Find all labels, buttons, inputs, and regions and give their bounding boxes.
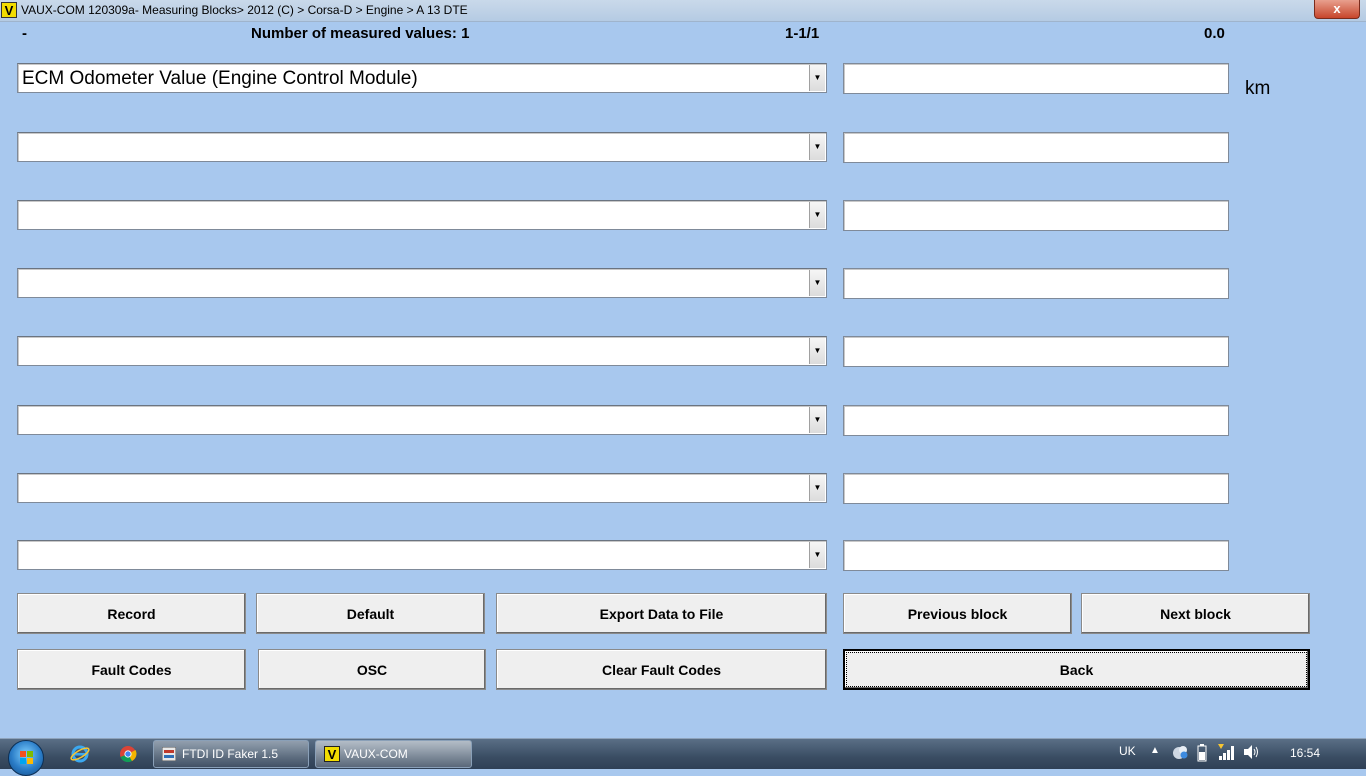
- record-button[interactable]: Record: [17, 593, 246, 634]
- fault-codes-button[interactable]: Fault Codes: [17, 649, 246, 690]
- block-page-indicator: 1-1/1: [785, 25, 820, 42]
- measurement-value-field-2: [843, 132, 1229, 163]
- measurement-select-2[interactable]: ▼: [17, 132, 827, 162]
- measurement-value-field-5: [843, 336, 1229, 367]
- title-bar: V VAUX-COM 120309a- Measuring Blocks> 20…: [0, 0, 1366, 22]
- measurement-select-5[interactable]: ▼: [17, 336, 827, 366]
- chrome-icon[interactable]: [118, 744, 138, 764]
- chevron-down-icon[interactable]: ▼: [809, 407, 825, 433]
- status-value: 0.0: [1204, 25, 1225, 42]
- back-button[interactable]: Back: [843, 649, 1310, 690]
- internet-explorer-icon[interactable]: [70, 744, 90, 764]
- battery-icon[interactable]: [1197, 744, 1207, 765]
- chevron-down-icon[interactable]: ▼: [809, 65, 825, 91]
- status-dash: -: [22, 25, 27, 42]
- network-sync-icon[interactable]: [1171, 744, 1189, 763]
- language-indicator[interactable]: UK: [1119, 744, 1136, 758]
- taskbar-item-label: VAUX-COM: [344, 747, 408, 761]
- osc-button[interactable]: OSC: [258, 649, 486, 690]
- measurement-select-3[interactable]: ▼: [17, 200, 827, 230]
- chevron-down-icon[interactable]: ▼: [809, 338, 825, 364]
- chevron-up-icon[interactable]: ▲: [1150, 745, 1160, 756]
- chevron-down-icon[interactable]: ▼: [809, 202, 825, 228]
- chevron-down-icon[interactable]: ▼: [809, 134, 825, 160]
- chevron-down-icon[interactable]: ▼: [809, 475, 825, 501]
- clock[interactable]: 16:54: [1290, 746, 1320, 760]
- measurement-value-field-3: [843, 200, 1229, 231]
- chevron-down-icon[interactable]: ▼: [809, 270, 825, 296]
- taskbar-item-vaux-com[interactable]: V VAUX-COM: [315, 740, 472, 768]
- measurement-select-1[interactable]: ECM Odometer Value (Engine Control Modul…: [17, 63, 827, 93]
- window-title: VAUX-COM 120309a- Measuring Blocks> 2012…: [21, 3, 468, 17]
- measurement-select-6[interactable]: ▼: [17, 405, 827, 435]
- vaux-com-app-icon: V: [1, 2, 17, 18]
- next-block-button[interactable]: Next block: [1081, 593, 1310, 634]
- measured-values-count: Number of measured values: 1: [251, 25, 470, 42]
- measurement-value-field-4: [843, 268, 1229, 299]
- export-data-button[interactable]: Export Data to File: [496, 593, 827, 634]
- measurement-select-value: ECM Odometer Value (Engine Control Modul…: [22, 68, 418, 89]
- clear-fault-codes-button[interactable]: Clear Fault Codes: [496, 649, 827, 690]
- previous-block-button[interactable]: Previous block: [843, 593, 1072, 634]
- measurement-unit-1: km: [1245, 78, 1271, 99]
- measurement-value-field-8: [843, 540, 1229, 571]
- vaux-com-app-icon: V: [324, 746, 340, 762]
- default-button[interactable]: Default: [256, 593, 485, 634]
- windows-logo-icon: [20, 751, 33, 764]
- measurement-select-8[interactable]: ▼: [17, 540, 827, 570]
- close-button[interactable]: x: [1314, 0, 1360, 19]
- wifi-signal-icon[interactable]: [1218, 744, 1236, 763]
- measurement-value-field-1: [843, 63, 1229, 94]
- measurement-value-field-7: [843, 473, 1229, 504]
- taskbar-item-label: FTDI ID Faker 1.5: [182, 747, 279, 761]
- ftdi-app-icon: [162, 747, 176, 761]
- taskbar: FTDI ID Faker 1.5 V VAUX-COM UK ▲ 16:54: [0, 738, 1366, 776]
- measurement-value-field-6: [843, 405, 1229, 436]
- taskbar-item-ftdi[interactable]: FTDI ID Faker 1.5: [153, 740, 309, 768]
- start-button[interactable]: [8, 740, 44, 776]
- measurement-select-4[interactable]: ▼: [17, 268, 827, 298]
- measurement-select-7[interactable]: ▼: [17, 473, 827, 503]
- chevron-down-icon[interactable]: ▼: [809, 542, 825, 568]
- volume-icon[interactable]: [1242, 744, 1260, 763]
